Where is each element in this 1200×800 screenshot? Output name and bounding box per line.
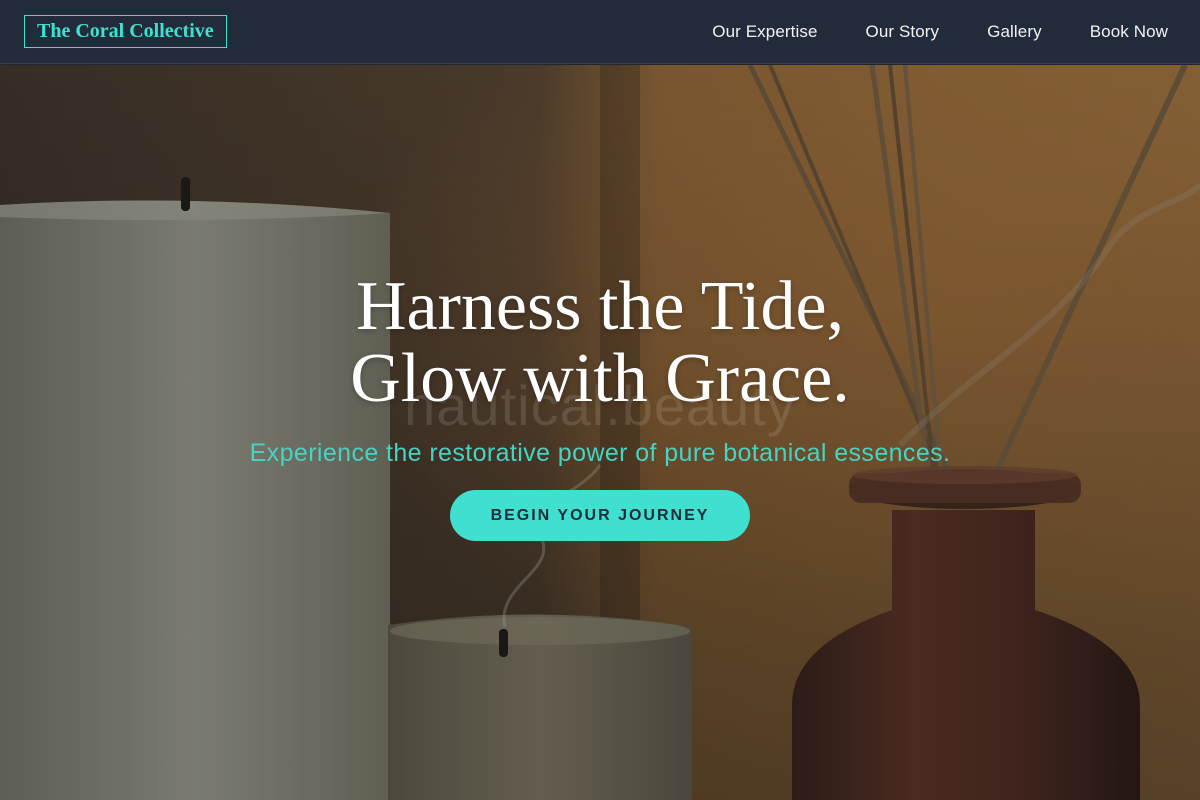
nav-link-our-expertise[interactable]: Our Expertise (712, 22, 817, 42)
site-header: The Coral Collective Our Expertise Our S… (0, 0, 1200, 64)
hero-section: nautical.beauty Harness the Tide, Glow w… (0, 65, 1200, 800)
nav-link-book-now[interactable]: Book Now (1090, 22, 1168, 42)
nav-link-gallery[interactable]: Gallery (987, 22, 1042, 42)
begin-journey-button[interactable]: BEGIN YOUR JOURNEY (450, 490, 750, 541)
nav-link-our-story[interactable]: Our Story (866, 22, 940, 42)
hero-headline-line-2: Glow with Grace. (350, 340, 850, 417)
site-logo[interactable]: The Coral Collective (24, 15, 227, 48)
hero-content: nautical.beauty Harness the Tide, Glow w… (0, 65, 1200, 800)
hero-subheadline: Experience the restorative power of pure… (249, 439, 951, 467)
main-nav: Our Expertise Our Story Gallery Book Now (712, 22, 1168, 42)
hero-headline-line-1: Harness the Tide, (355, 268, 845, 345)
hero-headline: Harness the Tide, Glow with Grace. (0, 271, 1200, 415)
